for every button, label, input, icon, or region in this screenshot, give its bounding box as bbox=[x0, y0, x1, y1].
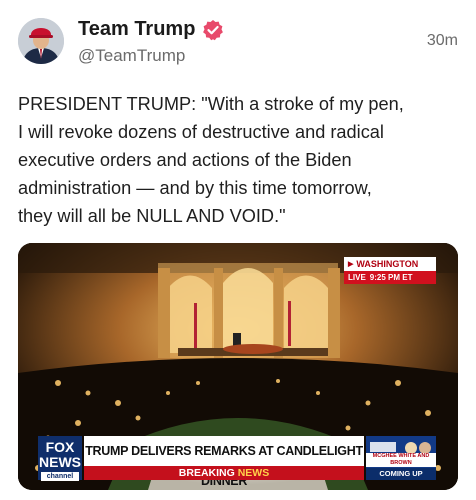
post-header: Team Trump @TeamTrump 30m bbox=[18, 14, 458, 74]
name-row: Team Trump bbox=[78, 18, 224, 41]
live-indicator: LIVE 9:25 PM ET bbox=[344, 271, 436, 284]
video-thumbnail[interactable]: ▶ WASHINGTON LIVE 9:25 PM ET FOX NEWS ch… bbox=[18, 243, 458, 490]
breaking-word: BREAKING bbox=[178, 467, 235, 479]
play-icon: ▶ bbox=[348, 261, 354, 268]
location-badge: ▶ WASHINGTON LIVE 9:25 PM ET bbox=[344, 257, 436, 284]
post-timestamp: 30m bbox=[426, 32, 458, 49]
post-text: PRESIDENT TRUMP: "With a stroke of my pe… bbox=[18, 94, 404, 226]
news-headline: TRUMP DELIVERS REMARKS AT CANDLELIGHT DI… bbox=[84, 436, 364, 488]
breaking-news-bar: BREAKING NEWS bbox=[84, 466, 364, 480]
news-word: NEWS bbox=[237, 467, 270, 479]
network-logo-text: FOX NEWS bbox=[39, 439, 81, 470]
lower-third: FOX NEWS channel TRUMP DELIVERS REMARKS … bbox=[38, 436, 436, 488]
coming-up-promo: MCGHEE WHITE AND BROWN COMING UP bbox=[366, 436, 436, 480]
location-label: ▶ WASHINGTON bbox=[344, 257, 436, 271]
display-name[interactable]: Team Trump bbox=[78, 18, 195, 41]
verified-badge-icon bbox=[203, 19, 224, 40]
account-handle[interactable]: @TeamTrump bbox=[78, 46, 185, 66]
avatar-image bbox=[18, 18, 64, 64]
location-text: WASHINGTON bbox=[356, 259, 419, 269]
promo-status: COMING UP bbox=[366, 468, 436, 480]
live-text: LIVE bbox=[348, 273, 366, 282]
promo-show-name: MCGHEE WHITE AND BROWN bbox=[366, 453, 436, 467]
fox-news-logo: FOX NEWS channel bbox=[38, 436, 82, 481]
network-sub-text: channel bbox=[41, 472, 79, 481]
avatar[interactable] bbox=[18, 18, 64, 64]
live-time: 9:25 PM ET bbox=[369, 273, 413, 282]
